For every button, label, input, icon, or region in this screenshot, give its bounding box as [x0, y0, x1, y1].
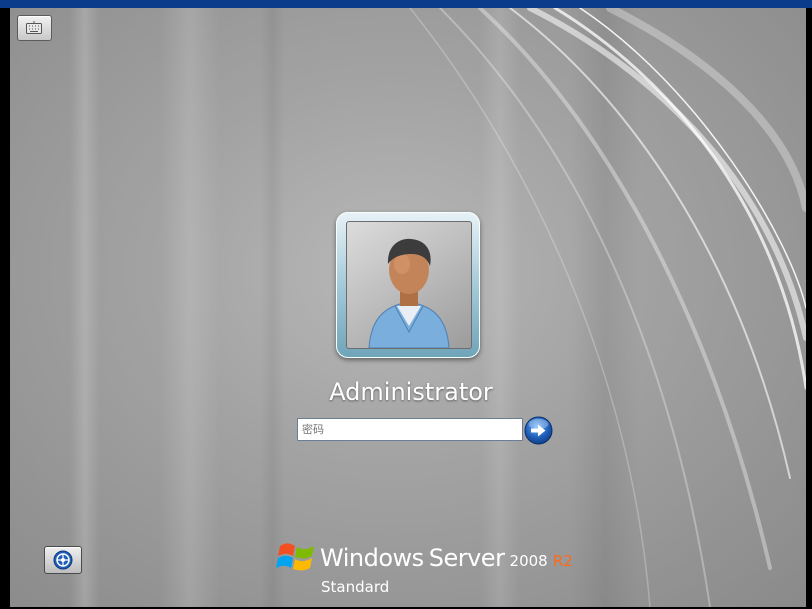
product-name: Windows Server 2008 R2 — [320, 544, 573, 572]
brand-server-text: Server — [428, 544, 505, 572]
ease-of-access-button[interactable] — [44, 546, 82, 574]
brand-windows-text: Windows — [320, 544, 424, 572]
submit-login-button[interactable] — [524, 416, 553, 445]
arrow-right-icon — [524, 416, 553, 445]
windows-flag-icon — [276, 543, 314, 571]
brand-edition-text: Standard — [321, 578, 390, 596]
brand-year-text: 2008 — [509, 552, 548, 570]
keyboard-layout-button[interactable] — [17, 15, 52, 41]
ease-of-access-icon — [53, 550, 73, 570]
top-border-bar — [0, 0, 812, 8]
windows-server-branding: Windows Server 2008 R2 Standard — [276, 536, 573, 596]
username-label: Administrator — [329, 378, 493, 406]
brand-release-text: R2 — [552, 552, 573, 570]
keyboard-icon — [26, 21, 42, 34]
user-tile[interactable] — [336, 212, 480, 358]
left-border-bar — [0, 8, 10, 609]
user-avatar-icon — [368, 238, 450, 348]
password-input[interactable] — [297, 418, 523, 441]
user-picture — [346, 221, 472, 349]
logon-screen: Administrator Windows Server 2008 R2 Sta… — [10, 8, 806, 607]
